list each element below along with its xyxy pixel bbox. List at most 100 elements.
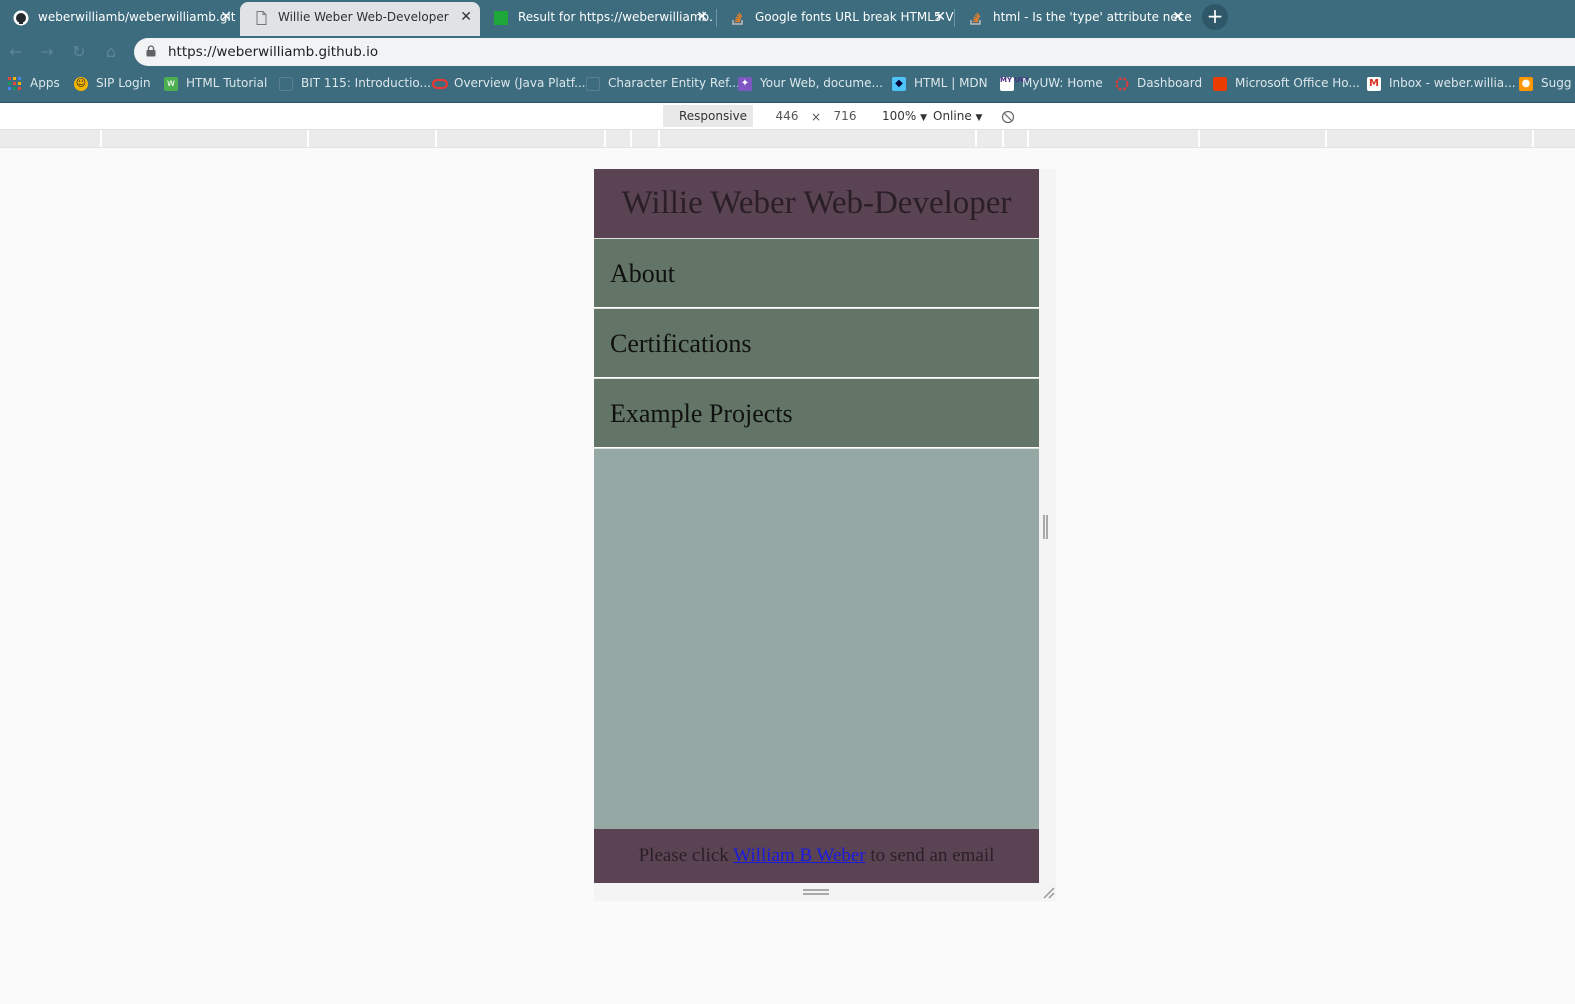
- bookmark-apps[interactable]: Apps: [8, 68, 60, 102]
- dropdown-caret-icon: ▼: [920, 113, 928, 123]
- bookmark-suggested[interactable]: ● Sugg: [1519, 68, 1571, 102]
- bookmark-label: Inbox - weber.willia...: [1389, 76, 1516, 90]
- nav-certifications[interactable]: Certifications: [594, 308, 1039, 377]
- bookmark-label: BIT 115: Introductio...: [301, 76, 431, 90]
- back-arrow-icon[interactable]: ←: [5, 42, 27, 62]
- site-header: Willie Weber Web-Developer: [594, 169, 1039, 238]
- email-link[interactable]: William B Weber: [733, 845, 865, 866]
- address-bar[interactable]: https://weberwilliamb.github.io: [134, 38, 1575, 66]
- close-icon[interactable]: ✕: [696, 2, 708, 32]
- url-text[interactable]: https://weberwilliamb.github.io: [168, 38, 378, 66]
- stackoverflow-icon: [968, 10, 984, 26]
- height-input[interactable]: 716: [825, 105, 865, 127]
- ruler-tick: [630, 130, 632, 147]
- tab-validator-result[interactable]: Result for https://weberwilliamb. ✕: [480, 2, 716, 36]
- bookmark-myuw-home[interactable]: MY UWMyUW: Home: [1000, 68, 1103, 102]
- new-tab-button[interactable]: +: [1202, 4, 1228, 30]
- ruler-tick: [1198, 130, 1200, 147]
- home-icon[interactable]: ⌂: [100, 42, 122, 62]
- reload-icon[interactable]: ↻: [68, 42, 90, 62]
- tab-title: html - Is the 'type' attribute nece: [993, 10, 1192, 24]
- ruler-tick: [1532, 130, 1534, 147]
- gmail-icon: M: [1367, 76, 1381, 91]
- content-area: [594, 448, 1039, 830]
- network-select[interactable]: Online ▼: [933, 105, 982, 129]
- resize-handle-bottom[interactable]: [803, 889, 829, 895]
- site-footer: Please click William B Weber to send an …: [594, 829, 1039, 883]
- bookmark-character-entity[interactable]: Character Entity Ref...: [586, 68, 740, 102]
- document-icon: [253, 10, 269, 26]
- apps-grid-icon: [8, 76, 22, 91]
- ruler-tick: [604, 130, 606, 147]
- bookmark-label: Your Web, docume...: [760, 76, 883, 90]
- dimension-separator: ×: [811, 110, 822, 124]
- tab-willie-weber[interactable]: Willie Weber Web-Developer ✕: [240, 2, 480, 36]
- forward-arrow-icon[interactable]: →: [36, 42, 58, 62]
- tab-title: Willie Weber Web-Developer: [278, 10, 449, 24]
- office-icon: [1213, 76, 1227, 91]
- bookmark-label: Apps: [30, 76, 60, 90]
- page-icon: [586, 76, 600, 91]
- footer-prefix: Please click: [638, 845, 734, 866]
- network-label: Online: [933, 109, 972, 123]
- emulated-viewport: Willie Weber Web-Developer About Certifi…: [594, 169, 1039, 883]
- bookmark-label: Sugg: [1541, 76, 1572, 90]
- dropdown-caret-icon: ▼: [975, 113, 983, 123]
- bookmark-sip-login[interactable]: ☺ SIP Login: [74, 68, 151, 102]
- bookmark-your-web-docs[interactable]: ✦ Your Web, docume...: [738, 68, 883, 102]
- media-query-bar[interactable]: [0, 130, 1575, 148]
- mdn-dino-icon: ◆: [892, 76, 906, 91]
- bookmark-label: Dashboard: [1137, 76, 1203, 90]
- ruler-tick: [975, 130, 977, 147]
- device-select[interactable]: Responsive ▼: [663, 105, 753, 145]
- zoom-select[interactable]: 100% ▼: [882, 105, 927, 129]
- ruler-tick: [435, 130, 437, 147]
- browser-toolbar: ← → ↻ ⌂ https://weberwilliamb.github.io: [0, 36, 1575, 68]
- bookmark-label: Overview (Java Platf...: [454, 76, 586, 90]
- tab-google-fonts-question[interactable]: Google fonts URL break HTML5 V ✕: [717, 2, 954, 36]
- close-icon[interactable]: ✕: [934, 2, 946, 32]
- tab-github[interactable]: weberwilliamb/weberwilliamb.git ✕: [0, 2, 240, 36]
- github-icon: [13, 10, 29, 26]
- ruler-tick: [100, 130, 102, 147]
- bookmark-dashboard[interactable]: Dashboard: [1115, 68, 1202, 102]
- sip-icon: ☺: [74, 76, 88, 91]
- bookmark-html-mdn[interactable]: ◆ HTML | MDN: [892, 68, 988, 102]
- bookmark-inbox[interactable]: M Inbox - weber.willia...: [1367, 68, 1516, 102]
- myuw-icon: MY UW: [1000, 76, 1028, 91]
- bookmark-java-overview[interactable]: Overview (Java Platf...: [431, 68, 586, 102]
- tab-type-attribute-question[interactable]: html - Is the 'type' attribute nece ✕: [955, 2, 1192, 36]
- lock-icon: [146, 45, 156, 57]
- close-icon[interactable]: ✕: [220, 2, 232, 32]
- ruler-tick: [658, 130, 660, 147]
- bookmark-label: HTML | MDN: [914, 76, 988, 90]
- bookmark-html-tutorial[interactable]: w HTML Tutorial: [164, 68, 267, 102]
- rotate-icon[interactable]: [1001, 110, 1015, 124]
- footer-suffix: to send an email: [865, 845, 995, 866]
- nav-example-projects[interactable]: Example Projects: [594, 378, 1039, 447]
- canvas-icon: [1115, 77, 1129, 91]
- tab-title: weberwilliamb/weberwilliamb.git: [38, 10, 236, 24]
- bookmark-label: Microsoft Office Ho...: [1235, 76, 1360, 90]
- bookmark-label: HTML Tutorial: [186, 76, 268, 90]
- close-icon[interactable]: ✕: [460, 2, 472, 32]
- tab-title: Google fonts URL break HTML5 V: [755, 10, 954, 24]
- bookmark-bit-115[interactable]: BIT 115: Introductio...: [279, 68, 431, 102]
- bookmark-label: MyUW: Home: [1022, 76, 1103, 90]
- nav-about[interactable]: About: [594, 238, 1039, 307]
- device-toolbar: Responsive ▼ 446 × 716 100% ▼ Online ▼: [0, 103, 1575, 145]
- page-icon: [279, 76, 293, 91]
- ruler-tick: [1325, 130, 1327, 147]
- device-label: Responsive: [679, 109, 748, 123]
- close-icon[interactable]: ✕: [1172, 2, 1184, 32]
- ruler-tick: [1027, 130, 1029, 147]
- bookmark-label: SIP Login: [96, 76, 151, 90]
- bookmark-microsoft-office[interactable]: Microsoft Office Ho...: [1213, 68, 1360, 102]
- green-square-icon: [493, 10, 509, 26]
- oracle-icon: [431, 77, 449, 91]
- resize-handle-corner-icon[interactable]: [1040, 884, 1056, 900]
- tab-title: Result for https://weberwilliamb.: [518, 10, 713, 24]
- resize-handle-right[interactable]: [1043, 515, 1048, 539]
- width-input[interactable]: 446: [767, 105, 807, 127]
- bookmarks-bar: Apps ☺ SIP Login w HTML Tutorial BIT 115: …: [0, 68, 1575, 103]
